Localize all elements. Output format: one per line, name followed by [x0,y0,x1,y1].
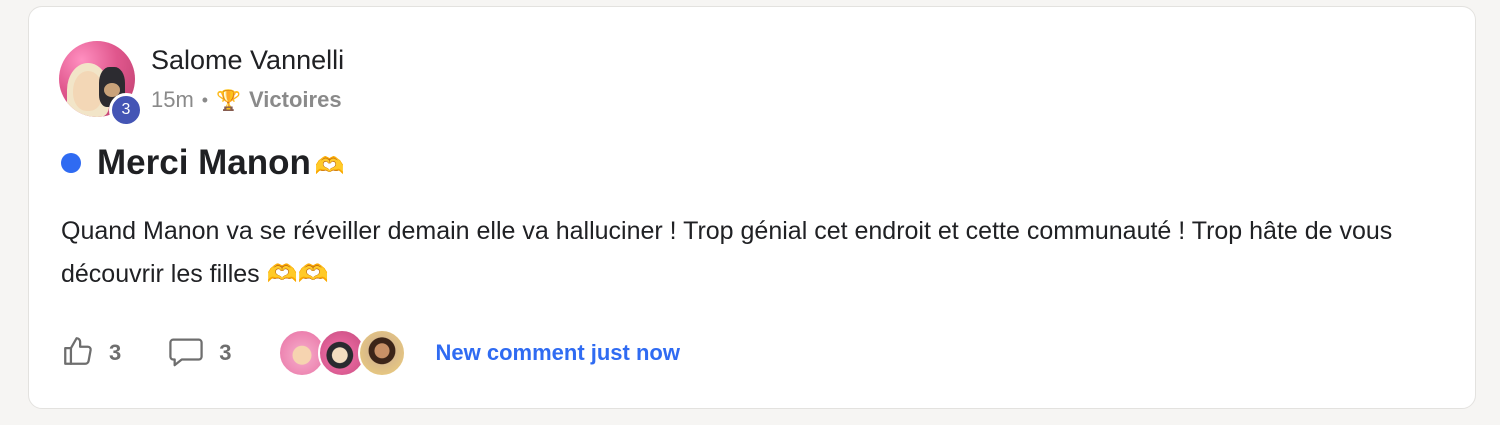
post-title-text: Merci Manon [97,143,311,182]
title-row: Merci Manon 🫶 [61,143,345,183]
author-avatar-wrap[interactable]: 3 [59,41,143,127]
level-badge: 3 [109,93,143,127]
comment-button[interactable]: 3 [167,334,232,373]
post-actions: 3 3 New comment just now [61,327,680,379]
participant-avatars[interactable] [277,329,406,377]
post-card: 3 Salome Vannelli 15m • 🏆 Victoires Merc… [28,6,1476,409]
like-count: 3 [109,340,122,365]
new-comment-link[interactable]: New comment just now [436,340,680,366]
post-body: Quand Manon va se réveiller demain elle … [61,217,1393,288]
comment-bubble-icon [167,334,205,373]
thumbs-up-icon [61,334,95,373]
post-title[interactable]: Merci Manon 🫶 [97,143,345,183]
post-meta: 15m • 🏆 Victoires [151,87,342,113]
meta-separator: • [201,89,209,110]
author-name[interactable]: Salome Vannelli [151,45,344,76]
unread-indicator [61,153,81,173]
category-link[interactable]: Victoires [249,87,342,113]
trophy-icon: 🏆 [216,89,242,112]
avatar[interactable] [357,329,406,377]
like-button[interactable]: 3 [61,334,121,373]
comment-count: 3 [219,340,232,365]
post-time: 15m [151,87,194,112]
heart-hands-icon: 🫶 [314,153,345,180]
